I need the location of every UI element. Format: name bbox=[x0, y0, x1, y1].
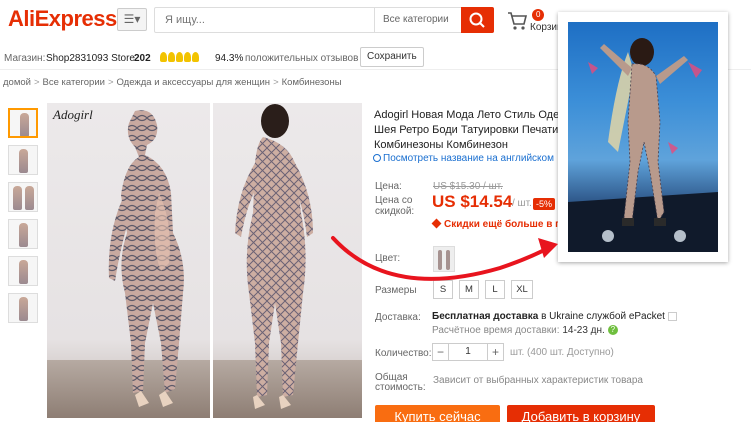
product-thumbnail-image bbox=[19, 223, 28, 247]
product-thumbnail-image bbox=[19, 297, 28, 321]
add-to-cart-button[interactable]: Добавить в корзину bbox=[507, 405, 655, 422]
thumbnail-list bbox=[8, 108, 41, 330]
product-title-line: Шея Ретро Боди Татуировки Печати С bbox=[374, 124, 564, 136]
translate-icon bbox=[373, 154, 381, 162]
shipping-label: Доставка: bbox=[375, 312, 421, 323]
store-medals bbox=[160, 52, 200, 65]
medal-icon bbox=[184, 52, 191, 62]
save-store-button[interactable]: Сохранить bbox=[360, 47, 424, 67]
quantity-stepper: − 1 + bbox=[432, 343, 504, 361]
product-thumbnail-image bbox=[13, 186, 22, 210]
product-thumbnail-image bbox=[25, 186, 34, 210]
breadcrumb-jumpsuits[interactable]: Комбинезоны bbox=[282, 77, 342, 88]
product-title: Adogirl Новая Мода Лето Стиль Одеж Шея Р… bbox=[374, 108, 564, 153]
search-category-select[interactable]: Все категории bbox=[374, 8, 462, 32]
swatch-figure bbox=[446, 250, 450, 270]
quantity-input[interactable]: 1 bbox=[449, 344, 487, 360]
discount-badge: -5% bbox=[533, 198, 556, 210]
thumbnail-3[interactable] bbox=[8, 182, 38, 212]
categories-menu-button[interactable]: ☰▾ bbox=[117, 8, 147, 31]
breadcrumb-separator: > bbox=[33, 77, 40, 88]
swatch-figure bbox=[438, 250, 442, 270]
quantity-decrease-button[interactable]: − bbox=[433, 344, 449, 360]
product-photo-back: Adogirl bbox=[47, 103, 210, 418]
product-photo-front bbox=[213, 103, 362, 418]
delivery-time-value: 14-23 дн. bbox=[562, 325, 605, 336]
size-option-s[interactable]: S bbox=[433, 280, 453, 299]
cart-count-badge: 0 bbox=[532, 9, 545, 21]
color-label: Цвет: bbox=[375, 253, 401, 264]
free-shipping-text: Бесплатная доставка bbox=[432, 311, 539, 322]
search-button[interactable] bbox=[461, 7, 494, 33]
thumbnail-5[interactable] bbox=[8, 256, 38, 286]
delivery-time-label: Расчётное время доставки: bbox=[432, 325, 560, 336]
search-input[interactable] bbox=[155, 8, 373, 32]
inset-photo-frame bbox=[558, 12, 728, 262]
main-product-image[interactable]: Adogirl bbox=[47, 103, 362, 418]
search-bar: Все категории bbox=[154, 7, 494, 33]
breadcrumb-home[interactable]: домой bbox=[3, 77, 31, 88]
delivery-time: Расчётное время доставки: 14-23 дн.? bbox=[432, 325, 618, 336]
discount-price: US $14.54 bbox=[432, 192, 513, 211]
view-english-title-label: Посмотреть название на английском bbox=[383, 153, 554, 164]
store-name-link[interactable]: Shop2831093 Store bbox=[46, 53, 135, 64]
buy-now-button[interactable]: Купить сейчас bbox=[375, 405, 500, 422]
medal-icon bbox=[176, 52, 183, 62]
view-english-title-link[interactable]: Посмотреть название на английском bbox=[373, 153, 554, 164]
help-icon[interactable]: ? bbox=[607, 325, 618, 336]
product-thumbnail-image bbox=[20, 113, 29, 136]
cart-icon bbox=[508, 12, 528, 30]
size-label: Размеры bbox=[375, 285, 417, 296]
product-thumbnail-image bbox=[19, 149, 28, 173]
total-label-line-2: стоимость: bbox=[375, 382, 426, 393]
total-note: Зависит от выбранных характеристик товар… bbox=[433, 375, 643, 386]
medal-icon bbox=[192, 52, 199, 62]
size-option-xl[interactable]: XL bbox=[511, 280, 533, 299]
breadcrumb-separator: > bbox=[107, 77, 114, 88]
model-back-figure bbox=[108, 110, 184, 407]
size-option-m[interactable]: M bbox=[459, 280, 479, 299]
stage-scene bbox=[568, 38, 718, 252]
cart-button[interactable]: 0 Корзина bbox=[506, 8, 568, 34]
shipping-info: Бесплатная доставка в Ukraine службой eP… bbox=[432, 311, 677, 322]
shipping-dropdown-button[interactable] bbox=[667, 311, 677, 321]
store-score: 202 bbox=[134, 53, 151, 64]
discount-price-label-line-1: Цена со bbox=[375, 195, 413, 206]
quantity-available: шт. (400 шт. Доступно) bbox=[510, 347, 614, 358]
product-title-line: Комбинезоны Комбинезон bbox=[374, 139, 508, 151]
positive-feedback-label: положительных отзывов bbox=[245, 53, 359, 64]
old-price: US $15.30 / шт. bbox=[433, 181, 503, 192]
product-title-line: Adogirl Новая Мода Лето Стиль Одеж bbox=[374, 109, 564, 121]
breadcrumb: домой > Все категории > Одежда и аксессуары … bbox=[3, 77, 342, 88]
shipping-method-text: в Ukraine службой ePacket bbox=[541, 311, 665, 322]
color-swatch[interactable] bbox=[433, 246, 455, 272]
medal-icon bbox=[160, 52, 167, 62]
thumbnail-6[interactable] bbox=[8, 293, 38, 323]
search-icon bbox=[469, 12, 485, 28]
medal-icon bbox=[168, 52, 175, 62]
thumbnail-4[interactable] bbox=[8, 219, 38, 249]
breadcrumb-separator: > bbox=[273, 77, 279, 88]
promo-icon bbox=[431, 218, 442, 229]
price-label: Цена: bbox=[375, 181, 402, 192]
breadcrumb-women-clothing[interactable]: Одежда и аксессуары для женщин bbox=[117, 77, 271, 88]
breadcrumb-all-categories[interactable]: Все категории bbox=[43, 77, 105, 88]
price-unit: / шт. bbox=[512, 198, 532, 209]
quantity-label: Количество: bbox=[375, 348, 432, 359]
positive-rate: 94.3% bbox=[215, 53, 244, 64]
positive-feedback-link[interactable]: положительных отзывов ▾ bbox=[245, 53, 366, 64]
aliexpress-logo[interactable]: AliExpress bbox=[8, 6, 117, 32]
quantity-increase-button[interactable]: + bbox=[487, 344, 503, 360]
store-label: Магазин: bbox=[4, 53, 46, 64]
size-option-l[interactable]: L bbox=[485, 280, 505, 299]
thumbnail-1[interactable] bbox=[8, 108, 38, 138]
model-front-figure bbox=[235, 104, 313, 409]
inset-stage-photo bbox=[568, 22, 718, 252]
brand-watermark: Adogirl bbox=[53, 107, 93, 122]
discount-price-label-line-2: скидкой: bbox=[375, 206, 415, 217]
product-thumbnail-image bbox=[19, 260, 28, 284]
thumbnail-2[interactable] bbox=[8, 145, 38, 175]
